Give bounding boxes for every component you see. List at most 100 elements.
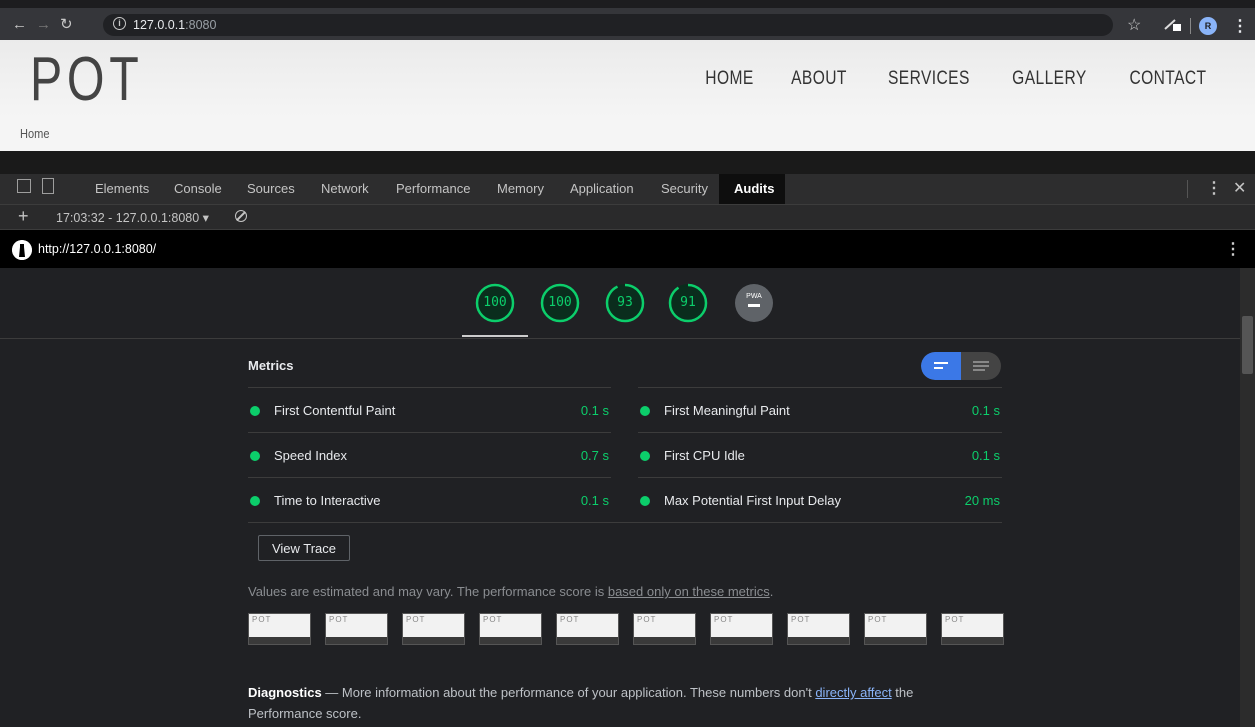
pass-dot-icon xyxy=(640,406,650,416)
bookmark-star-icon[interactable]: ☆ xyxy=(1127,15,1141,35)
disclaimer-text: Values are estimated and may vary. The p… xyxy=(248,584,608,599)
toggle-summary-view[interactable] xyxy=(921,352,961,380)
disclaimer-end: . xyxy=(769,584,774,599)
clear-reports-icon[interactable] xyxy=(235,210,247,222)
directly-affect-link[interactable]: directly affect xyxy=(815,685,891,700)
gauge-score: 93 xyxy=(617,295,633,310)
metric-value: 0.1 s xyxy=(971,403,1000,418)
pass-dot-icon xyxy=(250,406,260,416)
tab-elements[interactable]: Elements xyxy=(95,181,149,196)
report-select[interactable]: 17:03:32 - 127.0.0.1:8080 ▾ xyxy=(56,210,209,225)
gauge-performance[interactable]: 100 xyxy=(475,283,515,323)
nav-gallery[interactable]: GALLERY xyxy=(1012,68,1086,90)
metric-first-contentful-paint: First Contentful Paint 0.1 s xyxy=(248,387,611,433)
metric-label: First CPU Idle xyxy=(664,448,745,463)
breadcrumb[interactable]: Home xyxy=(20,126,49,141)
metric-max-potential-fid: Max Potential First Input Delay 20 ms xyxy=(638,477,1002,523)
gauge-score: 91 xyxy=(680,295,696,310)
device-toolbar-icon[interactable] xyxy=(42,178,54,194)
tab-audits[interactable]: Audits xyxy=(734,181,774,196)
site-nav: HOME ABOUT SERVICES GALLERY CONTACT xyxy=(700,68,1215,90)
nav-services[interactable]: SERVICES xyxy=(887,68,969,90)
scrollbar-thumb[interactable] xyxy=(1242,316,1253,374)
lighthouse-logo-icon xyxy=(12,240,32,260)
metric-value: 0.1 s xyxy=(580,493,609,508)
pwa-label: PWA xyxy=(746,293,762,300)
diagnostics-text: More information about the performance o… xyxy=(341,685,816,700)
metric-label: Time to Interactive xyxy=(274,493,381,508)
tab-application[interactable]: Application xyxy=(570,181,634,196)
tab-performance[interactable]: Performance xyxy=(396,181,470,196)
toolbar-separator xyxy=(1190,18,1191,34)
devtools-menu-icon[interactable]: ⋮ xyxy=(1206,178,1222,198)
toggle-list-view-icon[interactable] xyxy=(973,361,989,363)
metric-value: 20 ms xyxy=(964,493,1000,508)
pass-dot-icon xyxy=(640,496,650,506)
frame-logo: POT xyxy=(868,615,888,624)
frame-bottom xyxy=(326,637,387,644)
active-category-underline xyxy=(462,335,528,337)
metrics-view-toggle[interactable] xyxy=(921,352,1001,380)
tab-console[interactable]: Console xyxy=(174,181,222,196)
frame-logo: POT xyxy=(714,615,734,624)
gauge-accessibility[interactable]: 100 xyxy=(540,283,580,323)
frame-logo: POT xyxy=(483,615,503,624)
inspect-element-icon[interactable] xyxy=(17,179,31,193)
tab-security[interactable]: Security xyxy=(661,181,708,196)
filmstrip-frame: POT xyxy=(941,613,1004,645)
site-info-icon[interactable]: i xyxy=(113,17,126,30)
metric-label: Speed Index xyxy=(274,448,348,463)
metric-value: 0.1 s xyxy=(971,448,1000,463)
address-url: 127.0.0.1:8080 xyxy=(133,18,217,32)
frame-bottom xyxy=(634,637,695,644)
diagnostics-intro: Diagnostics — More information about the… xyxy=(248,682,968,724)
reload-icon[interactable]: ↻ xyxy=(60,17,73,33)
frame-bottom xyxy=(480,637,541,644)
frame-bottom xyxy=(249,637,310,644)
diagnostics-dash: — xyxy=(321,685,342,700)
metric-speed-index: Speed Index 0.7 s xyxy=(248,432,611,478)
pwa-dash-icon xyxy=(748,304,760,307)
frame-bottom xyxy=(403,637,464,644)
metric-value: 0.1 s xyxy=(580,403,609,418)
gauge-score: 100 xyxy=(548,295,572,310)
gauge-score: 100 xyxy=(483,295,507,310)
devtools-separator xyxy=(1187,180,1188,198)
filmstrip-frame: POT xyxy=(787,613,850,645)
gauge-seo[interactable]: 91 xyxy=(668,283,708,323)
breadcrumb-bar: Home xyxy=(0,117,1255,151)
back-arrow-icon[interactable]: ← xyxy=(12,17,27,33)
address-bar[interactable]: i 127.0.0.1:8080 xyxy=(103,14,1113,36)
site-logo[interactable]: POT xyxy=(30,44,143,115)
metric-time-to-interactive: Time to Interactive 0.1 s xyxy=(248,477,611,523)
nav-about[interactable]: ABOUT xyxy=(791,68,847,90)
metrics-disclaimer: Values are estimated and may vary. The p… xyxy=(248,584,773,599)
tab-network[interactable]: Network xyxy=(321,181,369,196)
tab-memory[interactable]: Memory xyxy=(497,181,544,196)
metric-first-meaningful-paint: First Meaningful Paint 0.1 s xyxy=(638,387,1002,433)
based-on-metrics-link[interactable]: based only on these metrics xyxy=(608,584,770,599)
new-audit-plus-icon[interactable]: + xyxy=(18,206,29,227)
close-icon[interactable]: ✕ xyxy=(1233,178,1246,198)
metric-first-cpu-idle: First CPU Idle 0.1 s xyxy=(638,432,1002,478)
pass-dot-icon xyxy=(250,451,260,461)
filmstrip-frame: POT xyxy=(556,613,619,645)
score-gauges: 100 100 93 91 PWA xyxy=(0,268,1240,339)
nav-contact[interactable]: CONTACT xyxy=(1130,68,1207,90)
browser-menu-icon[interactable]: ⋮ xyxy=(1232,16,1248,36)
forward-arrow-icon[interactable]: → xyxy=(36,17,51,33)
report-url-bar: http://127.0.0.1:8080/ ⋮ xyxy=(0,230,1255,268)
diagnostics-title: Diagnostics xyxy=(248,685,322,700)
extension-icon[interactable] xyxy=(1163,17,1183,32)
metrics-divider xyxy=(248,522,1002,523)
pwa-badge[interactable]: PWA xyxy=(735,284,773,322)
profile-avatar[interactable]: R xyxy=(1199,17,1217,35)
report-menu-icon[interactable]: ⋮ xyxy=(1225,239,1241,259)
report-url[interactable]: http://127.0.0.1:8080/ xyxy=(38,242,156,256)
view-trace-button[interactable]: View Trace xyxy=(258,535,350,561)
page-divider xyxy=(0,151,1255,165)
filmstrip-frame: POT xyxy=(248,613,311,645)
gauge-best-practices[interactable]: 93 xyxy=(605,283,645,323)
nav-home[interactable]: HOME xyxy=(705,68,753,90)
tab-sources[interactable]: Sources xyxy=(247,181,295,196)
